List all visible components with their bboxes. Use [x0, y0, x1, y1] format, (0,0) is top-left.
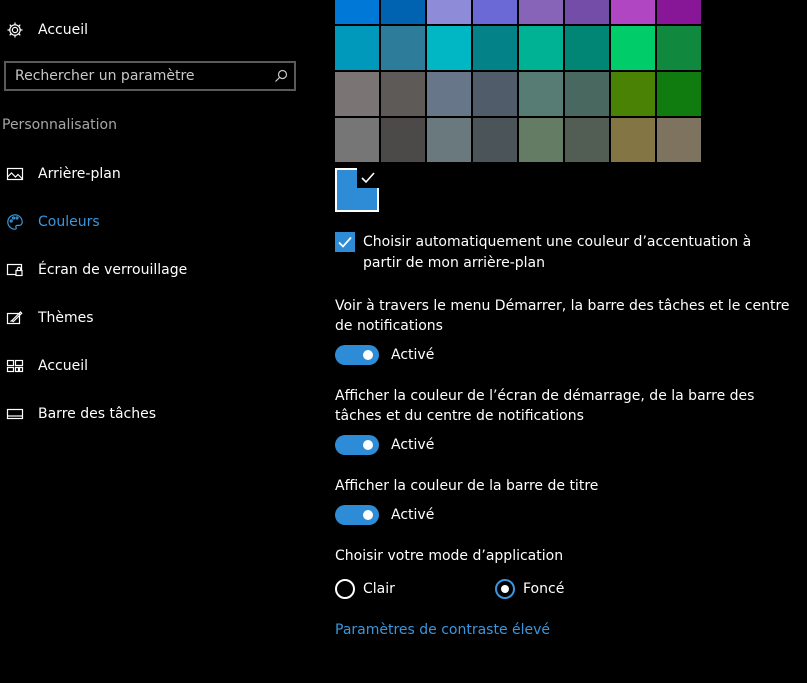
toggle-knob	[363, 350, 373, 360]
color-swatch[interactable]	[657, 118, 701, 162]
color-swatch[interactable]	[427, 0, 471, 24]
dark-mode-radio[interactable]	[495, 579, 515, 599]
home-nav-item[interactable]: Accueil	[0, 10, 300, 50]
color-swatch[interactable]	[565, 118, 609, 162]
color-swatch[interactable]	[611, 72, 655, 116]
sidebar: Accueil Rechercher un paramètre Personna…	[0, 0, 310, 683]
current-accent-swatch[interactable]	[335, 168, 379, 212]
picture-icon	[6, 165, 24, 183]
color-swatch[interactable]	[565, 0, 609, 24]
auto-accent-label: Choisir automatiquement une couleur d’ac…	[363, 234, 752, 271]
color-swatch[interactable]	[427, 72, 471, 116]
toggle-state-label: Activé	[391, 347, 435, 363]
gear-icon	[6, 21, 24, 39]
high-contrast-settings-link[interactable]: Paramètres de contraste élevé	[335, 622, 550, 638]
sidebar-item-colors[interactable]: Couleurs	[0, 202, 300, 242]
radio-label: Clair	[363, 581, 395, 597]
start-tiles-icon	[6, 357, 24, 375]
color-swatch[interactable]	[473, 0, 517, 24]
sidebar-item-themes[interactable]: Thèmes	[0, 298, 300, 338]
color-swatch[interactable]	[335, 118, 379, 162]
color-swatch[interactable]	[381, 72, 425, 116]
section-title: Personnalisation	[2, 117, 117, 133]
palette-icon	[6, 213, 24, 231]
color-swatch[interactable]	[335, 26, 379, 70]
radio-label: Foncé	[523, 581, 565, 597]
color-swatch[interactable]	[473, 72, 517, 116]
color-swatch[interactable]	[381, 0, 425, 24]
toggle-state-label: Activé	[391, 507, 435, 523]
color-swatch[interactable]	[519, 26, 563, 70]
auto-accent-checkbox[interactable]	[335, 232, 355, 252]
sidebar-item-start[interactable]: Accueil	[0, 346, 300, 386]
color-swatch[interactable]	[473, 26, 517, 70]
color-swatch[interactable]	[519, 72, 563, 116]
toggle-knob	[363, 440, 373, 450]
title-bar-color-toggle[interactable]	[335, 505, 379, 525]
sidebar-item-label: Écran de verrouillage	[38, 262, 188, 278]
checkmark-icon	[338, 236, 352, 248]
search-box[interactable]: Rechercher un paramètre	[4, 61, 296, 91]
color-swatch[interactable]	[657, 72, 701, 116]
brush-icon	[6, 309, 24, 327]
toggle-state-label: Activé	[391, 437, 435, 453]
home-label: Accueil	[38, 22, 88, 38]
sidebar-item-label: Couleurs	[38, 214, 100, 230]
sidebar-item-lock-screen[interactable]: Écran de verrouillage	[0, 250, 300, 290]
color-swatch[interactable]	[335, 72, 379, 116]
color-swatch[interactable]	[381, 26, 425, 70]
sidebar-item-label: Accueil	[38, 358, 88, 374]
color-swatch[interactable]	[473, 118, 517, 162]
sidebar-item-label: Arrière-plan	[38, 166, 121, 182]
title-bar-color-description: Afficher la couleur de la barre de titre	[335, 478, 599, 494]
color-swatch[interactable]	[611, 118, 655, 162]
color-swatch[interactable]	[565, 72, 609, 116]
sidebar-item-taskbar[interactable]: Barre des tâches	[0, 394, 300, 434]
sidebar-item-label: Thèmes	[38, 310, 94, 326]
transparency-toggle[interactable]	[335, 345, 379, 365]
color-swatch[interactable]	[611, 26, 655, 70]
color-swatch[interactable]	[335, 0, 379, 24]
color-swatch[interactable]	[427, 118, 471, 162]
sidebar-item-label: Barre des tâches	[38, 406, 156, 422]
lock-screen-icon	[6, 261, 24, 279]
search-icon[interactable]	[274, 69, 288, 83]
start-taskbar-color-toggle[interactable]	[335, 435, 379, 455]
light-mode-radio[interactable]	[335, 579, 355, 599]
checkmark-icon	[357, 168, 379, 188]
app-mode-title: Choisir votre mode d’application	[335, 548, 564, 564]
color-swatch[interactable]	[427, 26, 471, 70]
start-taskbar-color-description: Afficher la couleur de l’écran de démarr…	[335, 388, 755, 424]
taskbar-icon	[6, 405, 24, 423]
color-swatch[interactable]	[519, 118, 563, 162]
toggle-knob	[363, 510, 373, 520]
transparency-description: Voir à travers le menu Démarrer, la barr…	[335, 298, 790, 334]
color-swatch[interactable]	[611, 0, 655, 24]
color-swatch[interactable]	[519, 0, 563, 24]
search-placeholder: Rechercher un paramètre	[15, 68, 195, 84]
color-swatch[interactable]	[565, 26, 609, 70]
color-swatch[interactable]	[657, 0, 701, 24]
sidebar-item-background[interactable]: Arrière-plan	[0, 154, 300, 194]
color-swatch[interactable]	[381, 118, 425, 162]
color-swatch[interactable]	[657, 26, 701, 70]
